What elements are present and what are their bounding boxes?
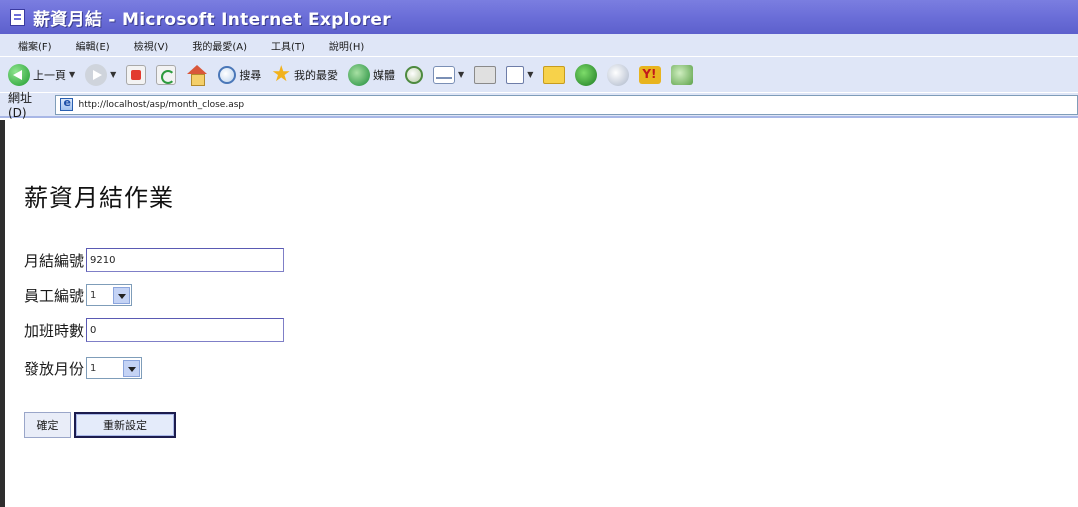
address-url: http://localhost/asp/month_close.asp (78, 99, 245, 110)
search-icon (218, 65, 237, 84)
back-arrow-icon (8, 63, 30, 86)
search-label: 搜尋 (239, 68, 262, 82)
overtime-hours-row: 加班時數 0 (24, 318, 285, 342)
month-close-no-row: 月結編號 9210 (24, 248, 285, 272)
address-bar: 網址(D) http://localhost/asp/month_close.a… (0, 91, 1078, 120)
employee-no-row: 員工編號 1 (24, 283, 133, 307)
msn-button[interactable] (575, 63, 598, 86)
mail-dropdown-icon[interactable]: ▼ (458, 70, 464, 79)
stop-icon (126, 64, 147, 85)
media-icon (348, 63, 371, 86)
media-label: 媒體 (373, 68, 396, 82)
window-titlebar: 薪資月結 - Microsoft Internet Explorer (0, 0, 1078, 34)
employee-no-value: 1 (90, 289, 97, 301)
pay-month-row: 發放月份 1 (24, 356, 143, 380)
overtime-hours-input[interactable]: 0 (86, 318, 285, 342)
history-button[interactable] (405, 65, 424, 84)
menu-bar: 檔案(F) 編輯(E) 檢視(V) 我的最愛(A) 工具(T) 說明(H) (0, 34, 1078, 56)
favorites-label: 我的最愛 (294, 68, 339, 82)
overtime-hours-value: 0 (90, 324, 97, 336)
search-button[interactable]: 搜尋 (218, 65, 262, 84)
mail-icon (433, 65, 456, 84)
page-title: 薪資月結作業 (24, 184, 174, 212)
month-close-no-value: 9210 (90, 254, 116, 266)
refresh-button[interactable] (156, 64, 177, 85)
back-button[interactable]: 上一頁 ▼ (8, 63, 75, 86)
browser-toolbar: 上一頁 ▼ ▼ 搜尋 ★ 我的最愛 媒體 ▼ ▼ (0, 56, 1078, 92)
home-icon (186, 64, 208, 86)
window-title: 薪資月結 - Microsoft Internet Explorer (33, 9, 391, 30)
submit-button[interactable]: 確定 (24, 412, 71, 438)
address-input[interactable]: http://localhost/asp/month_close.asp (55, 94, 1078, 115)
menu-favorites[interactable]: 我的最愛(A) (192, 38, 247, 53)
menu-file[interactable]: 檔案(F) (18, 38, 52, 53)
toolbar-extra-icon (671, 64, 694, 85)
messenger-icon (607, 63, 630, 86)
employee-no-label: 員工編號 (24, 286, 85, 305)
extra-tool-button[interactable] (671, 64, 694, 85)
history-icon (405, 65, 424, 84)
pay-month-select[interactable]: 1 (86, 357, 143, 379)
folder-button[interactable] (543, 65, 566, 84)
back-dropdown-icon[interactable]: ▼ (69, 70, 75, 79)
reset-button[interactable]: 重新設定 (74, 412, 176, 438)
page-icon (60, 96, 74, 111)
menu-view[interactable]: 檢視(V) (134, 38, 169, 53)
pay-month-value: 1 (90, 362, 97, 374)
address-label: 網址(D) (8, 91, 33, 120)
forward-button[interactable]: ▼ (85, 63, 116, 86)
menu-tools[interactable]: 工具(T) (271, 38, 305, 53)
messenger-button[interactable] (607, 63, 630, 86)
mail-button[interactable]: ▼ (433, 65, 464, 84)
msn-icon (575, 63, 598, 86)
forward-dropdown-icon[interactable]: ▼ (110, 70, 116, 79)
star-icon: ★ (271, 61, 292, 87)
folder-icon (543, 65, 566, 84)
yahoo-icon (639, 65, 662, 84)
pay-month-label: 發放月份 (24, 359, 85, 378)
ie-page-icon (10, 8, 25, 26)
employee-no-select[interactable]: 1 (86, 284, 133, 306)
media-button[interactable]: 媒體 (348, 63, 396, 86)
yahoo-button[interactable] (639, 65, 662, 84)
home-button[interactable] (186, 64, 208, 86)
print-icon (474, 65, 497, 84)
month-close-no-label: 月結編號 (24, 251, 85, 270)
print-button[interactable] (474, 65, 497, 84)
forward-arrow-icon (85, 63, 108, 86)
chevron-down-icon (113, 286, 131, 304)
menu-help[interactable]: 說明(H) (329, 38, 364, 53)
stop-button[interactable] (126, 64, 147, 85)
edit-dropdown-icon[interactable]: ▼ (527, 70, 533, 79)
menu-edit[interactable]: 編輯(E) (76, 38, 110, 53)
back-label: 上一頁 (33, 68, 66, 82)
edit-icon (506, 65, 525, 84)
edit-button[interactable]: ▼ (506, 65, 533, 84)
chevron-down-icon (123, 359, 141, 377)
favorites-button[interactable]: ★ 我的最愛 (271, 61, 339, 87)
refresh-icon (156, 64, 177, 85)
overtime-hours-label: 加班時數 (24, 321, 85, 340)
month-close-no-input[interactable]: 9210 (86, 248, 285, 272)
